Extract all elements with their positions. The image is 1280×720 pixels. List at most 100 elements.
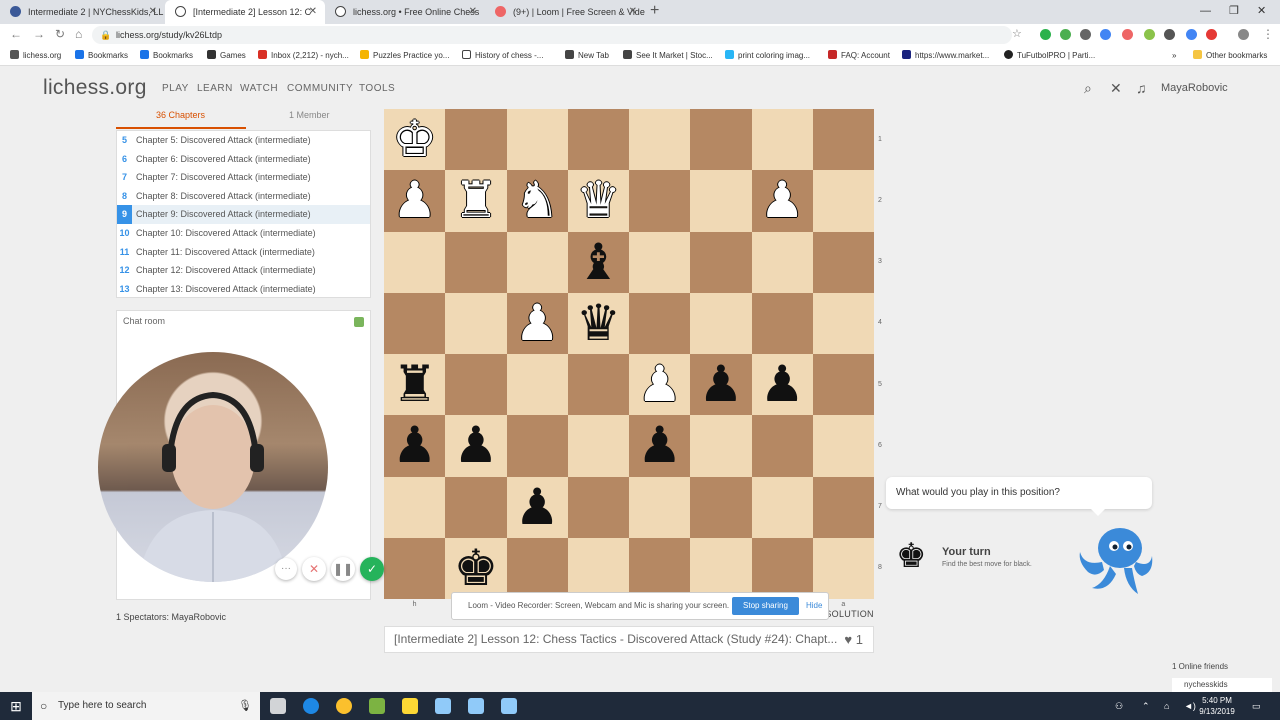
- board-square[interactable]: [506, 231, 568, 293]
- board-square[interactable]: [567, 476, 629, 538]
- black-piece-c5[interactable]: ♟: [690, 354, 751, 415]
- board-square[interactable]: [751, 109, 813, 171]
- board-square[interactable]: [812, 354, 874, 416]
- extension-icon[interactable]: [1040, 29, 1051, 40]
- tray-up-icon[interactable]: ⌃: [1142, 692, 1150, 720]
- chapter-item[interactable]: 7 Chapter 7: Discovered Attack (intermedi…: [117, 168, 370, 187]
- black-piece-e3[interactable]: ♝: [568, 232, 629, 293]
- board-square[interactable]: [445, 476, 507, 538]
- bookmark-item[interactable]: Games: [207, 46, 246, 66]
- extension-icon[interactable]: [1080, 29, 1091, 40]
- bookmark-item[interactable]: History of chess -...: [462, 46, 543, 66]
- board-square[interactable]: [690, 292, 752, 354]
- forward-icon[interactable]: →: [33, 27, 45, 41]
- bookmark-item[interactable]: Bookmarks: [140, 46, 193, 66]
- bookmark-item[interactable]: TuFutbolPRO | Parti...: [1004, 46, 1095, 66]
- nav-tools[interactable]: TOOLS: [359, 83, 395, 94]
- white-piece-e2[interactable]: ♛: [568, 170, 629, 231]
- board-square[interactable]: [506, 109, 568, 171]
- nav-watch[interactable]: WATCH: [240, 83, 278, 94]
- board-square[interactable]: [506, 415, 568, 477]
- edge-icon[interactable]: [303, 698, 319, 714]
- board-square[interactable]: [629, 231, 691, 293]
- board-square[interactable]: [629, 292, 691, 354]
- windows-start-icon[interactable]: ⊞: [0, 692, 32, 720]
- minimize-icon[interactable]: —: [1200, 0, 1211, 22]
- board-square[interactable]: [567, 354, 629, 416]
- chapter-item[interactable]: 11 Chapter 11: Discovered Attack (interme…: [117, 243, 370, 262]
- people-icon[interactable]: ⚇: [1115, 692, 1123, 720]
- board-square[interactable]: [812, 170, 874, 232]
- taskbar-clock[interactable]: 5:40 PM 9/13/2019: [1196, 695, 1238, 717]
- board-square[interactable]: [751, 415, 813, 477]
- site-logo[interactable]: lichess.org: [43, 76, 147, 100]
- browser-tab-active[interactable]: [Intermediate 2] Lesson 12: C ✕: [165, 0, 325, 24]
- white-piece-h2[interactable]: ♟: [384, 170, 445, 231]
- board-square[interactable]: [690, 109, 752, 171]
- app-icon[interactable]: [369, 698, 385, 714]
- chrome-icon[interactable]: [336, 698, 352, 714]
- network-icon[interactable]: ⌂: [1164, 692, 1169, 720]
- board-square[interactable]: [751, 231, 813, 293]
- white-piece-d5[interactable]: ♟: [629, 354, 690, 415]
- close-tab-icon[interactable]: ✕: [309, 0, 317, 24]
- black-piece-h6[interactable]: ♟: [384, 415, 445, 476]
- browser-tab[interactable]: Intermediate 2 | NYChessKids, LL ✕: [0, 0, 165, 24]
- bookmark-item[interactable]: print coloring imag...: [725, 46, 810, 66]
- webcam-bubble[interactable]: [98, 352, 328, 582]
- board-square[interactable]: [812, 415, 874, 477]
- board-square[interactable]: [751, 292, 813, 354]
- extension-icon[interactable]: [1122, 29, 1133, 40]
- nav-play[interactable]: PLAY: [162, 83, 189, 94]
- bookmark-item[interactable]: lichess.org: [10, 46, 61, 66]
- extension-icon[interactable]: [1206, 29, 1217, 40]
- white-piece-f4[interactable]: ♟: [507, 293, 568, 354]
- board-square[interactable]: [812, 292, 874, 354]
- hide-button[interactable]: Hide: [806, 593, 822, 619]
- browser-menu-icon[interactable]: ⋮: [1262, 27, 1274, 41]
- board-square[interactable]: [384, 537, 446, 599]
- board-square[interactable]: [690, 231, 752, 293]
- board-square[interactable]: [384, 476, 446, 538]
- chessboard[interactable]: ♚♟♜♞♛♟♝♟♛♜♟♟♟♟♟♟♟♚12345678hgfedcba: [384, 109, 882, 608]
- bookmark-item[interactable]: https://www.market...: [902, 46, 989, 66]
- maximize-icon[interactable]: ❐: [1229, 0, 1239, 22]
- bookmark-item[interactable]: Other bookmarks: [1193, 46, 1267, 66]
- chapter-item[interactable]: 12 Chapter 12: Discovered Attack (interme…: [117, 261, 370, 280]
- profile-avatar-icon[interactable]: [1238, 29, 1249, 40]
- white-piece-b2[interactable]: ♟: [752, 170, 813, 231]
- browser-tab[interactable]: (9+) | Loom | Free Screen & Vide ✕: [485, 0, 645, 24]
- board-square[interactable]: [506, 354, 568, 416]
- pause-recording-button[interactable]: ❚❚: [331, 557, 355, 581]
- board-square[interactable]: [690, 476, 752, 538]
- black-piece-b5[interactable]: ♟: [752, 354, 813, 415]
- black-piece-f7[interactable]: ♟: [507, 477, 568, 538]
- board-square[interactable]: [384, 231, 446, 293]
- stop-sharing-button[interactable]: Stop sharing: [732, 597, 799, 615]
- black-piece-h5[interactable]: ♜: [384, 354, 445, 415]
- app-icon[interactable]: [435, 698, 451, 714]
- microphone-icon[interactable]: 🎙: [238, 692, 252, 720]
- reload-icon[interactable]: ↻: [55, 27, 65, 41]
- task-view-icon[interactable]: [270, 698, 286, 714]
- online-friends-label[interactable]: 1 Online friends: [1172, 662, 1228, 671]
- board-square[interactable]: [629, 170, 691, 232]
- board-square[interactable]: [445, 354, 507, 416]
- back-icon[interactable]: ←: [10, 27, 22, 41]
- more-options-button[interactable]: ···: [275, 558, 297, 580]
- board-square[interactable]: [567, 537, 629, 599]
- white-piece-g2[interactable]: ♜: [445, 170, 506, 231]
- new-tab-button[interactable]: +: [650, 0, 659, 22]
- board-square[interactable]: [690, 415, 752, 477]
- extension-icon[interactable]: [1164, 29, 1175, 40]
- board-square[interactable]: [445, 292, 507, 354]
- black-piece-g8[interactable]: ♚: [445, 538, 506, 599]
- bell-icon[interactable]: ♫: [1136, 80, 1147, 96]
- bookmark-item[interactable]: Bookmarks: [75, 46, 128, 66]
- chat-toggle[interactable]: [354, 317, 364, 327]
- tab-members[interactable]: 1 Member: [289, 110, 330, 120]
- board-square[interactable]: [445, 109, 507, 171]
- board-square[interactable]: [629, 537, 691, 599]
- volume-icon[interactable]: ◄): [1184, 692, 1196, 720]
- board-square[interactable]: [812, 537, 874, 599]
